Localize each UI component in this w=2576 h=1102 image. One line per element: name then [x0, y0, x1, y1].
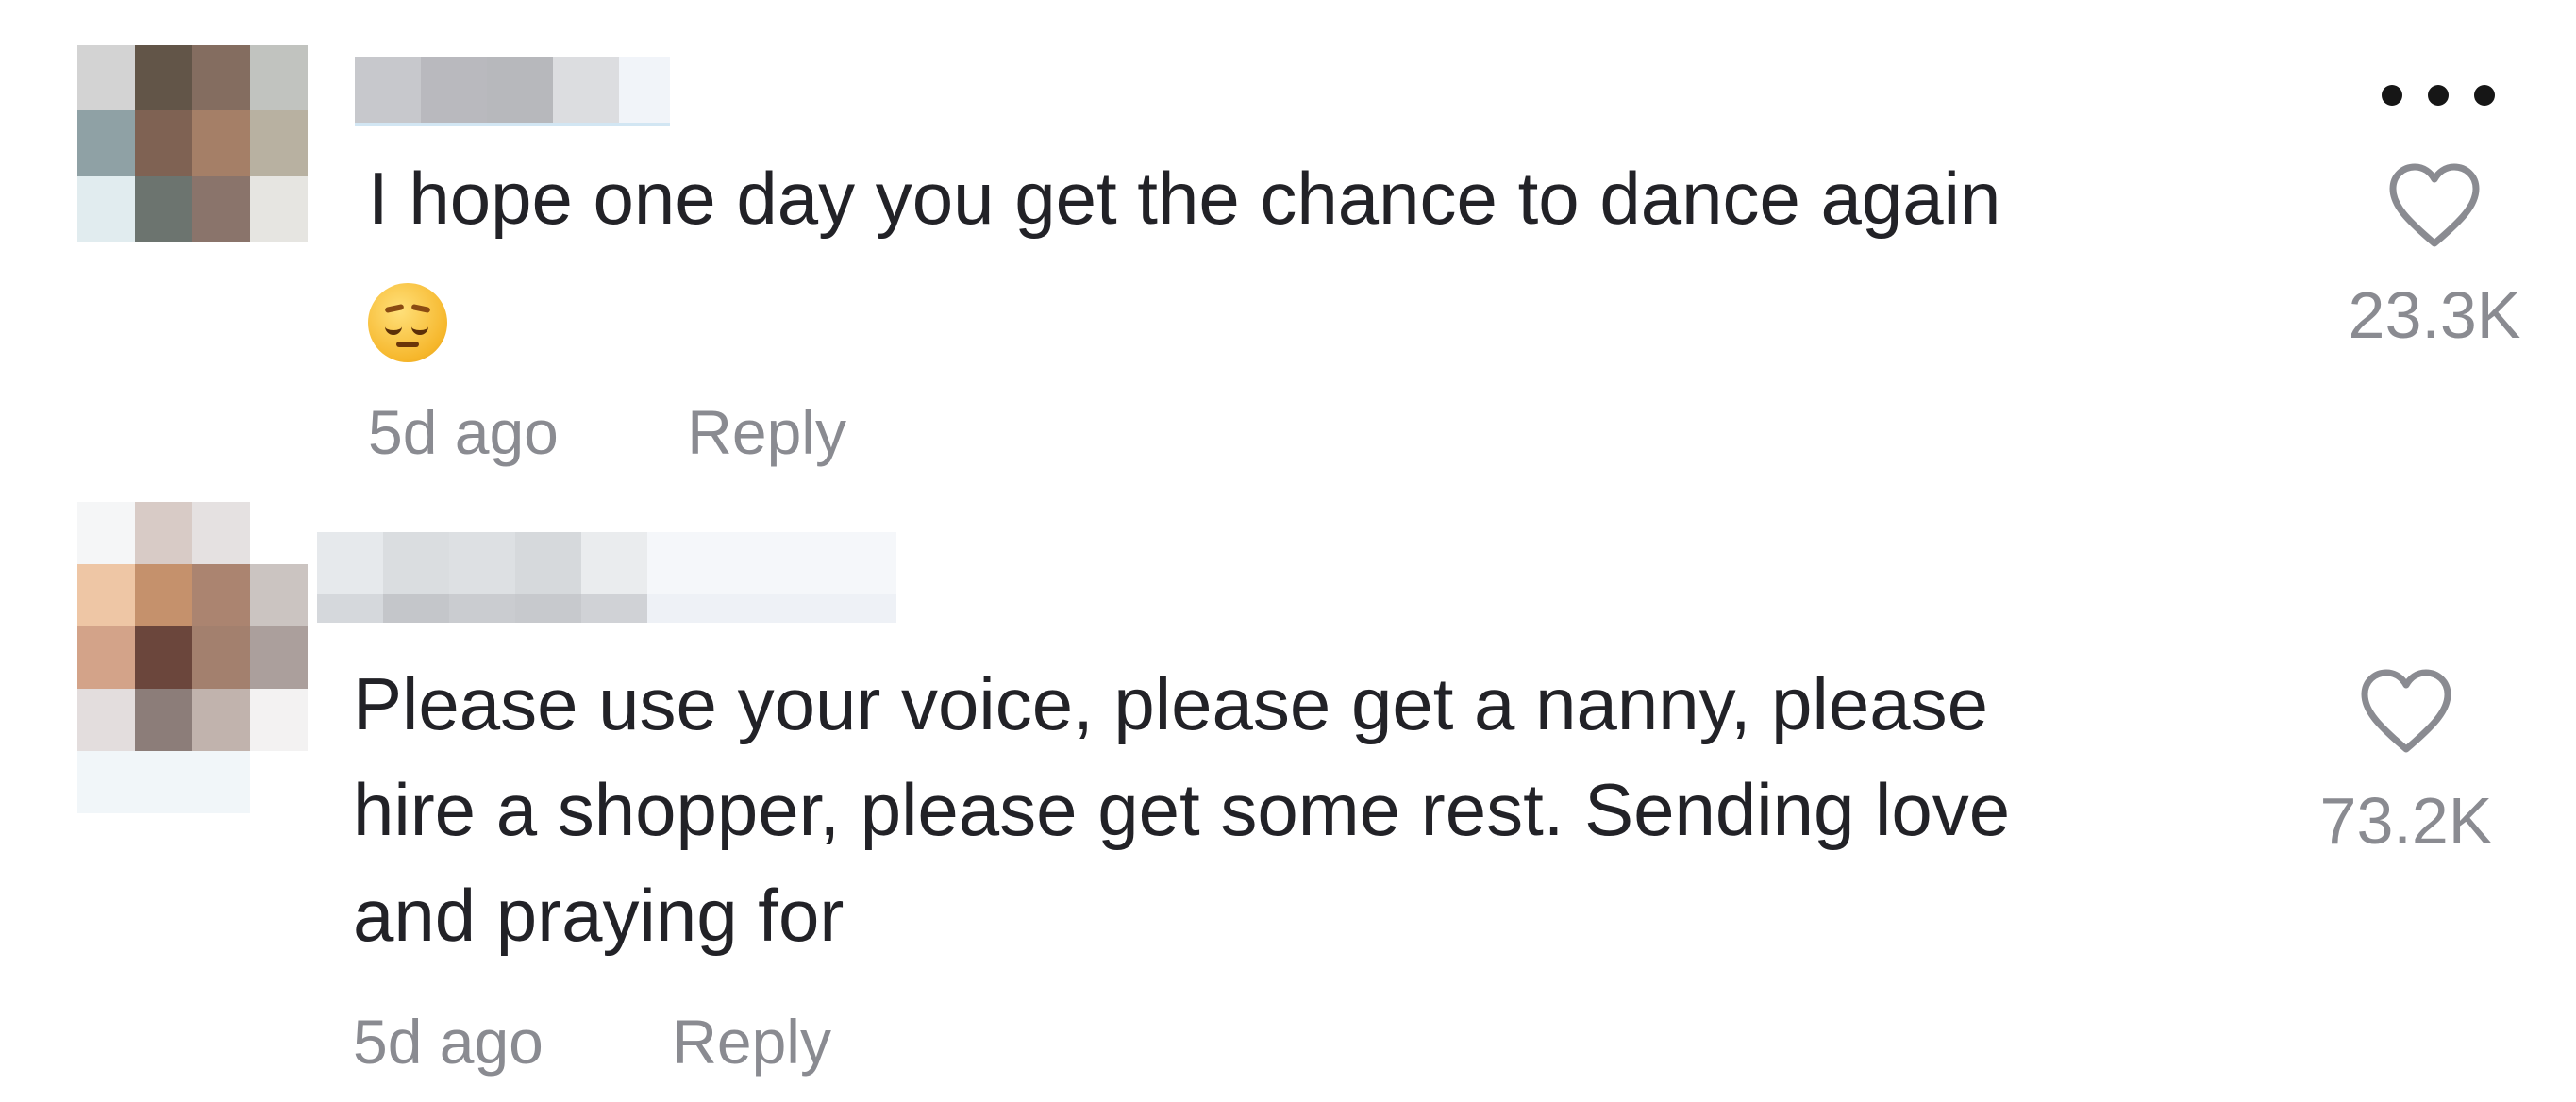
- more-options-icon[interactable]: [2382, 85, 2495, 113]
- avatar-pixel: [77, 626, 135, 689]
- avatar[interactable]: [77, 502, 308, 813]
- avatar-pixel: [250, 45, 308, 111]
- comment-line: and praying for: [353, 874, 845, 957]
- comment-line: hire a shopper, please get some rest. Se…: [353, 768, 2011, 851]
- avatar-pixel: [77, 175, 135, 242]
- avatar-pixel: [77, 689, 135, 751]
- avatar-pixel: [135, 689, 192, 751]
- like-group: 23.3K: [2321, 162, 2548, 355]
- timestamp: 5d ago: [353, 1007, 544, 1077]
- avatar-pixel: [192, 175, 250, 242]
- avatar-pixel: [135, 751, 192, 813]
- avatar-pixel: [250, 751, 308, 813]
- like-count: 23.3K: [2348, 278, 2521, 352]
- avatar-pixel: [192, 751, 250, 813]
- avatar-pixel: [135, 564, 192, 626]
- avatar-pixel: [192, 45, 250, 111]
- avatar-pixel: [250, 110, 308, 176]
- avatar-pixel: [77, 502, 135, 564]
- username-blurred[interactable]: [317, 532, 896, 643]
- comment-item: Please use your voice, please get a nann…: [0, 491, 2576, 1102]
- avatar-pixel: [192, 564, 250, 626]
- heart-icon[interactable]: [2359, 668, 2453, 755]
- avatar-pixel: [192, 626, 250, 689]
- avatar-pixel: [77, 110, 135, 176]
- like-count: 73.2K: [2319, 784, 2493, 858]
- comment-text: Please use your voice, please get a nann…: [353, 651, 2010, 968]
- timestamp: 5d ago: [368, 397, 559, 467]
- avatar-pixel: [192, 110, 250, 176]
- comment-line: I hope one day you get the chance to dan…: [368, 157, 2001, 240]
- avatar-pixel: [192, 502, 250, 564]
- reply-button[interactable]: Reply: [672, 1007, 831, 1077]
- avatar-pixel: [77, 564, 135, 626]
- comment-item: I hope one day you get the chance to dan…: [0, 0, 2576, 491]
- avatar[interactable]: [77, 45, 308, 242]
- avatar-pixel: [192, 689, 250, 751]
- avatar-pixel: [135, 502, 192, 564]
- avatar-pixel: [135, 45, 192, 111]
- avatar-pixel: [77, 45, 135, 111]
- avatar-pixel: [250, 175, 308, 242]
- heart-icon[interactable]: [2387, 162, 2482, 249]
- avatar-pixel: [135, 175, 192, 242]
- avatar-pixel: [250, 689, 308, 751]
- avatar-pixel: [250, 626, 308, 689]
- comment-text: I hope one day you get the chance to dan…: [368, 145, 2000, 370]
- avatar-pixel: [250, 564, 308, 626]
- reply-button[interactable]: Reply: [687, 397, 846, 467]
- avatar-pixel: [135, 110, 192, 176]
- comment-line: Please use your voice, please get a nann…: [353, 662, 1989, 745]
- avatar-pixel: [250, 502, 308, 564]
- comment-meta: 5d ago Reply: [368, 394, 846, 470]
- avatar-pixel: [77, 751, 135, 813]
- username-blurred[interactable]: [355, 57, 670, 126]
- avatar-pixel: [135, 626, 192, 689]
- like-group: 73.2K: [2283, 668, 2529, 860]
- comment-meta: 5d ago Reply: [353, 1004, 831, 1079]
- pensive-face-emoji-icon: [368, 283, 447, 363]
